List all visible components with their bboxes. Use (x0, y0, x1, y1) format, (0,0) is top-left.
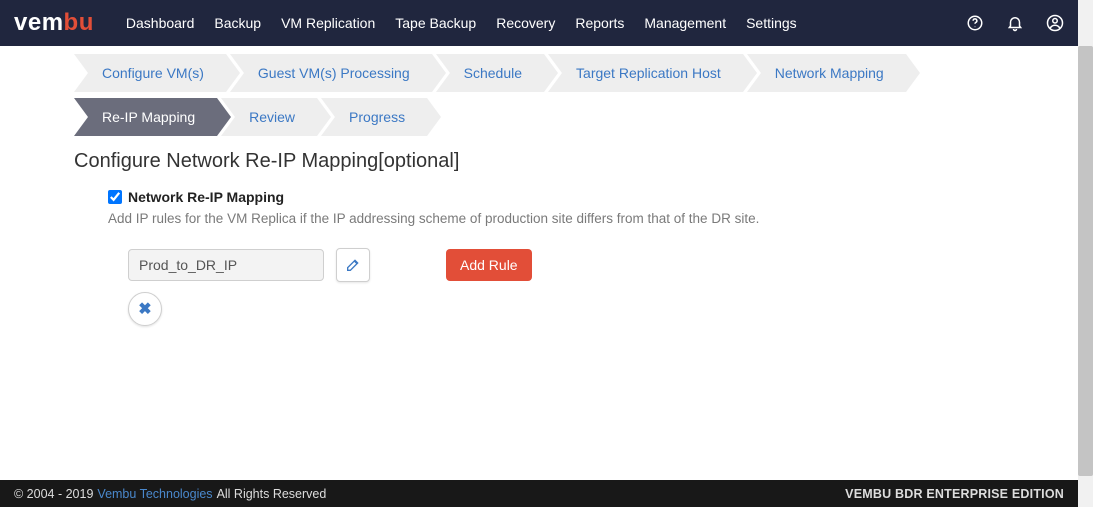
footer-edition: VEMBU BDR ENTERPRISE EDITION (845, 487, 1064, 501)
nav-vm-replication[interactable]: VM Replication (281, 15, 375, 31)
wizard-steps-row1: Configure VM(s) Guest VM(s) Processing S… (74, 54, 1078, 92)
step-schedule[interactable]: Schedule (436, 54, 544, 92)
reip-checkbox-row[interactable]: Network Re-IP Mapping (108, 189, 1018, 205)
help-icon[interactable] (966, 14, 984, 32)
nav-recovery[interactable]: Recovery (496, 15, 555, 31)
step-guest-processing[interactable]: Guest VM(s) Processing (230, 54, 432, 92)
reip-checkbox-label: Network Re-IP Mapping (128, 189, 284, 205)
user-icon[interactable] (1046, 14, 1064, 32)
footer-copyright-prefix: © 2004 - 2019 (14, 487, 93, 501)
footer-bar: © 2004 - 2019 Vembu Technologies All Rig… (0, 480, 1078, 507)
close-icon: ✖ (138, 299, 151, 319)
footer-copyright-suffix: All Rights Reserved (217, 487, 327, 501)
body: Configure VM(s) Guest VM(s) Processing S… (0, 54, 1078, 326)
delete-rule-button[interactable]: ✖ (128, 292, 162, 326)
wizard-steps-row2: Re-IP Mapping Review Progress (74, 98, 1078, 136)
nav-management[interactable]: Management (644, 15, 726, 31)
step-re-ip-mapping[interactable]: Re-IP Mapping (74, 98, 217, 136)
nav-reports[interactable]: Reports (575, 15, 624, 31)
rule-name-input[interactable] (128, 249, 324, 281)
reip-checkbox[interactable] (108, 190, 122, 204)
top-icons (966, 14, 1064, 32)
step-target-host[interactable]: Target Replication Host (548, 54, 743, 92)
nav-tape-backup[interactable]: Tape Backup (395, 15, 476, 31)
bell-icon[interactable] (1006, 14, 1024, 32)
top-bar: vembu Dashboard Backup VM Replication Ta… (0, 0, 1078, 46)
nav-settings[interactable]: Settings (746, 15, 797, 31)
rule-row: Add Rule (128, 248, 1018, 282)
step-network-mapping[interactable]: Network Mapping (747, 54, 906, 92)
reip-section: Network Re-IP Mapping Add IP rules for t… (108, 189, 1018, 326)
footer-company-link[interactable]: Vembu Technologies (97, 487, 212, 501)
step-review[interactable]: Review (221, 98, 317, 136)
page-title: Configure Network Re-IP Mapping[optional… (74, 150, 1078, 173)
nav-dashboard[interactable]: Dashboard (126, 15, 195, 31)
reip-description: Add IP rules for the VM Replica if the I… (108, 211, 1018, 226)
add-rule-button[interactable]: Add Rule (446, 249, 532, 281)
nav-backup[interactable]: Backup (214, 15, 261, 31)
edit-rule-button[interactable] (336, 248, 370, 282)
scrollbar-thumb[interactable] (1078, 46, 1093, 476)
edit-icon (345, 257, 361, 273)
top-nav: Dashboard Backup VM Replication Tape Bac… (126, 15, 797, 31)
step-progress[interactable]: Progress (321, 98, 427, 136)
logo: vembu (14, 9, 94, 37)
step-configure-vms[interactable]: Configure VM(s) (74, 54, 226, 92)
